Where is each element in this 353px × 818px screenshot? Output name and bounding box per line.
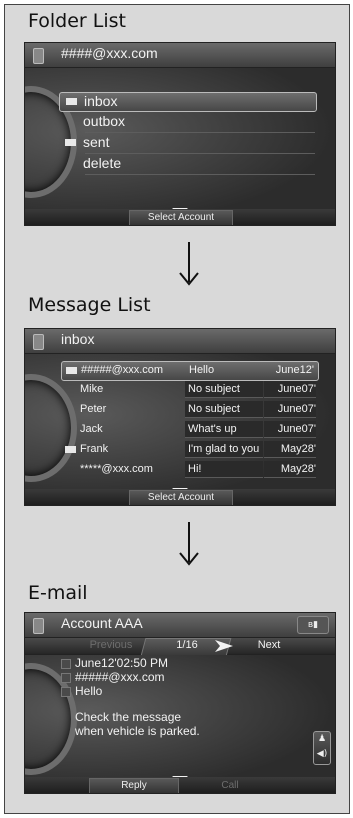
message-list-heading: Message List bbox=[28, 294, 151, 316]
folder-item-outbox[interactable]: outbox bbox=[59, 113, 315, 131]
account-title: ####@xxx.com bbox=[61, 45, 158, 61]
message-from: Jack bbox=[80, 423, 103, 435]
select-account-button[interactable]: Select Account bbox=[129, 210, 233, 225]
envelope-icon bbox=[65, 446, 76, 453]
message-from: Frank bbox=[80, 443, 109, 455]
message-subject: Hi! bbox=[185, 461, 263, 478]
call-button[interactable]: Call bbox=[185, 778, 275, 793]
folder-list-screen: ####@xxx.com inbox outbox sent delete Se… bbox=[24, 42, 336, 226]
folder-item-sent[interactable]: sent bbox=[59, 134, 315, 152]
sender-icon bbox=[61, 673, 71, 683]
next-button[interactable]: Next bbox=[239, 639, 299, 653]
down-arrow-icon bbox=[179, 522, 199, 566]
phone-icon bbox=[33, 334, 44, 350]
email-heading: E-mail bbox=[28, 582, 88, 604]
folder-list-header: ####@xxx.com bbox=[25, 43, 335, 68]
email-subject: Hello bbox=[75, 684, 103, 698]
email-body-line2: when vehicle is parked. bbox=[75, 724, 200, 738]
phone-icon bbox=[33, 618, 44, 634]
folder-list-heading: Folder List bbox=[28, 10, 126, 32]
folder-list-body: inbox outbox sent delete Select Account bbox=[25, 68, 335, 225]
divider bbox=[85, 132, 315, 133]
folder-item-delete[interactable]: delete bbox=[59, 155, 315, 173]
message-row[interactable]: Jack What's up June07' bbox=[61, 421, 317, 439]
message-date: June07' bbox=[264, 401, 316, 418]
bottom-bar: Reply Call bbox=[25, 777, 335, 793]
phone-icon bbox=[33, 48, 44, 64]
subject-icon bbox=[61, 687, 71, 697]
down-arrow-icon bbox=[179, 242, 199, 286]
message-list-body: #####@xxx.com Hello June12' Mike No subj… bbox=[25, 354, 335, 505]
message-list-header: inbox bbox=[25, 329, 335, 354]
email-body: June12'02:50 PM #####@xxx.com Hello Chec… bbox=[25, 655, 335, 793]
message-subject: Hello bbox=[189, 364, 215, 376]
message-row[interactable]: *****@xxx.com Hi! May28' bbox=[61, 461, 317, 479]
email-date: June12'02:50 PM bbox=[75, 656, 169, 670]
folder-label: sent bbox=[83, 134, 110, 150]
message-date: May28' bbox=[264, 461, 316, 478]
divider bbox=[85, 153, 315, 154]
message-date: June12' bbox=[275, 364, 314, 376]
divider bbox=[85, 174, 315, 175]
message-subject: No subject bbox=[185, 381, 263, 398]
account-title: Account AAA bbox=[61, 615, 143, 631]
message-date: May28' bbox=[264, 441, 316, 458]
message-from: *****@xxx.com bbox=[80, 463, 153, 475]
message-date: June07' bbox=[264, 421, 316, 438]
envelope-icon bbox=[65, 139, 76, 146]
email-from: #####@xxx.com bbox=[75, 670, 165, 684]
envelope-icon bbox=[66, 367, 77, 374]
message-row[interactable]: Frank I'm glad to you May28' bbox=[61, 441, 317, 459]
select-account-button[interactable]: Select Account bbox=[129, 490, 233, 505]
email-body-line1: Check the message bbox=[75, 710, 182, 724]
email-nav-bar: Previous 1/16 Next bbox=[25, 638, 335, 656]
folder-title: inbox bbox=[61, 331, 95, 347]
message-row[interactable]: #####@xxx.com Hello June12' bbox=[61, 361, 319, 381]
voice-read-icon[interactable]: ♟ ◀) bbox=[313, 731, 331, 765]
folder-label: inbox bbox=[84, 93, 118, 109]
message-row[interactable]: Mike No subject June07' bbox=[61, 381, 317, 399]
message-row[interactable]: Peter No subject June07' bbox=[61, 401, 317, 419]
message-subject: No subject bbox=[185, 401, 263, 418]
bottom-bar: Select Account bbox=[25, 209, 335, 225]
message-counter: 1/16 bbox=[176, 639, 198, 651]
message-from: Mike bbox=[80, 383, 104, 395]
folder-label: delete bbox=[83, 155, 122, 171]
message-list-screen: inbox #####@xxx.com Hello June12' Mike N… bbox=[24, 328, 336, 506]
message-from: Peter bbox=[80, 403, 107, 415]
clock-icon bbox=[61, 659, 71, 669]
message-date: June07' bbox=[264, 381, 316, 398]
envelope-icon bbox=[66, 98, 77, 105]
email-header: Account AAA ʙ▮ bbox=[25, 613, 335, 638]
bottom-bar: Select Account bbox=[25, 489, 335, 505]
message-subject: What's up bbox=[185, 421, 263, 438]
folder-item-inbox[interactable]: inbox bbox=[59, 92, 317, 112]
reply-button[interactable]: Reply bbox=[89, 778, 179, 793]
message-subject: I'm glad to you bbox=[185, 441, 263, 458]
bluetooth-signal-icon: ʙ▮ bbox=[297, 616, 329, 634]
email-screen: Account AAA ʙ▮ Previous 1/16 Next June12… bbox=[24, 612, 336, 794]
next-arrow-icon bbox=[215, 640, 233, 652]
folder-label: outbox bbox=[83, 113, 126, 129]
previous-button[interactable]: Previous bbox=[71, 639, 151, 653]
message-from: #####@xxx.com bbox=[81, 364, 164, 376]
